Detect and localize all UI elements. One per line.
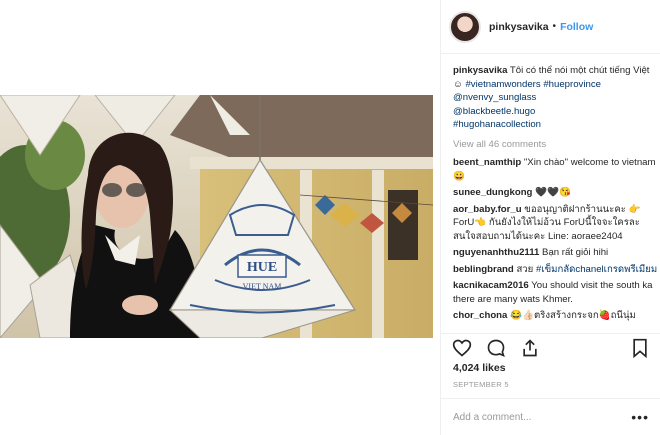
view-all-comments-link[interactable]: View all 46 comments [453, 138, 658, 152]
caption: pinkysavika Tôi có thể nói một chút tiến… [453, 64, 658, 132]
post-side-panel: pinkysavika • Follow pinkysavika Tôi có … [440, 0, 660, 435]
comment-username[interactable]: sunee_dungkong [453, 187, 532, 198]
like-button[interactable] [451, 337, 473, 359]
follow-button[interactable]: Follow [560, 21, 593, 33]
add-comment-bar: ••• [441, 398, 660, 435]
comment-username[interactable]: beent_namthip [453, 157, 521, 168]
add-comment-input[interactable] [453, 411, 632, 423]
comment-text: Bạn rất giỏi hihi [542, 247, 609, 258]
save-button[interactable] [629, 337, 651, 359]
comments-list[interactable]: pinkysavika Tôi có thể nói một chút tiến… [453, 64, 658, 332]
avatar[interactable] [449, 10, 481, 43]
comment: chor_chona 😂👍🏻ตริงสร้างกระจก🍓ถนีนุ่ม [453, 309, 658, 323]
caption-hashtag[interactable]: #vietnamwonders [465, 79, 540, 90]
caption-mention[interactable]: @blackbeetle.hugo [453, 106, 535, 117]
share-icon [523, 338, 537, 356]
likes-count[interactable]: 4,024 likes [453, 362, 506, 374]
header-username[interactable]: pinkysavika [489, 21, 549, 33]
comment-icon [487, 339, 505, 357]
comment: sunee_dungkong 🖤🖤😘 [453, 186, 658, 200]
comment-username[interactable]: kacnikacam2016 [453, 280, 529, 291]
caption-mention[interactable]: @nvenvy_sunglass [453, 92, 536, 103]
comment-username[interactable]: chor_chona [453, 310, 507, 321]
lantern-title: HUE [247, 260, 277, 275]
comment-text: 😂👍🏻ตริงสร้างกระจก🍓ถนีนุ่ม [510, 310, 636, 321]
lantern-subtitle: VIET NAM [243, 282, 282, 291]
post-image: HUE VIET NAM [0, 95, 433, 338]
caption-text: Tôi có thể nói một chút tiếng Việt [509, 65, 650, 76]
comment-username[interactable]: aor_baby.for_u [453, 204, 522, 215]
caption-hashtag[interactable]: #hugohanacollection [453, 119, 541, 130]
bookmark-icon [633, 338, 647, 358]
comment: beent_namthip "Xin chào" welcome to viet… [453, 156, 658, 183]
more-options-icon[interactable]: ••• [631, 409, 649, 425]
comment-button[interactable] [485, 337, 507, 359]
comment-username[interactable]: nguyenanhthu2111 [453, 247, 539, 258]
comment: beblingbrand สวย #เข็มกลัดchanelเกรดพรีเ… [453, 263, 658, 277]
comment-hashtag[interactable]: #เข็มกลัดchanelเกรดพรีเมียม [536, 264, 657, 275]
share-button[interactable] [519, 337, 541, 359]
comment: kacnikacam2016 You should visit the sout… [453, 279, 658, 306]
caption-hashtag[interactable]: #hueprovince [543, 79, 601, 90]
caption-username[interactable]: pinkysavika [453, 65, 507, 76]
comment-text: สวย [516, 263, 534, 275]
post-photo[interactable]: HUE VIET NAM [0, 95, 433, 338]
comment-username[interactable]: beblingbrand [453, 264, 514, 275]
comment: nguyenanhthu2111 Bạn rất giỏi hihi [453, 246, 658, 260]
post-date: SEPTEMBER 5 [453, 380, 509, 389]
caption-emoji: ☺ [453, 78, 463, 90]
action-bar [441, 333, 660, 361]
instagram-post: HUE VIET NAM pinkysavika • Follow pinkys… [0, 0, 660, 435]
comment: aor_baby.for_u ขออนุญาติฝากร้านนะคะ 👉For… [453, 203, 658, 244]
heart-icon [452, 339, 472, 357]
comment-text: 🖤🖤😘 [535, 187, 571, 198]
header-separator: • [552, 21, 557, 32]
post-header: pinkysavika • Follow [441, 0, 660, 54]
